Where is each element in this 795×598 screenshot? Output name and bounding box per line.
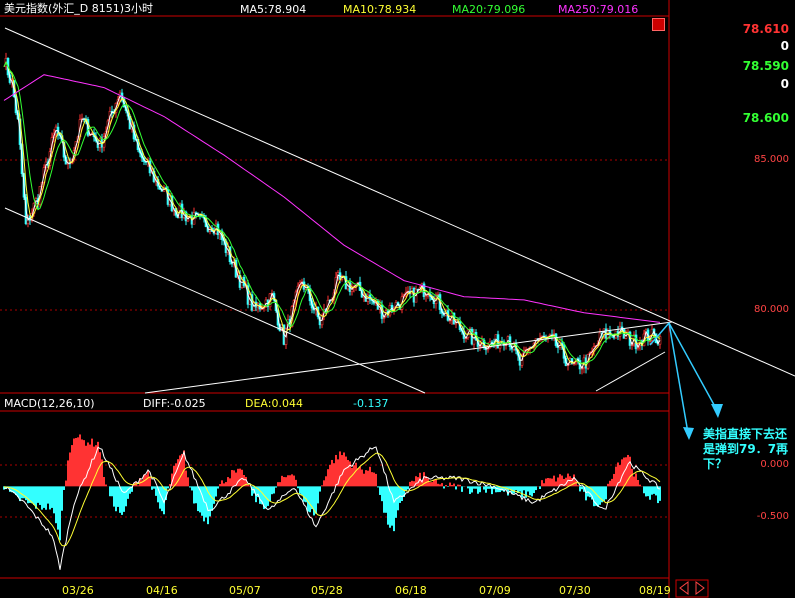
x-tick-label: 07/09 xyxy=(479,584,511,597)
y-tick-label: 80.000 xyxy=(754,304,789,315)
chart-title: 美元指数(外汇_D 8151)3小时 xyxy=(4,2,154,15)
x-tick-label: 08/19 xyxy=(639,584,671,597)
x-tick-label: 03/26 xyxy=(62,584,94,597)
price-readout-3: 78.600 xyxy=(742,111,789,125)
price-readout-2: 78.590 xyxy=(742,59,789,73)
ma5-line xyxy=(3,61,661,370)
forecast-arrow-head-2 xyxy=(683,427,694,440)
macd-value-readout: -0.137 xyxy=(353,397,389,410)
x-tick-label: 07/30 xyxy=(559,584,591,597)
ma20-readout: MA20:79.096 xyxy=(452,3,526,16)
x-tick-label: 05/07 xyxy=(229,584,261,597)
ma10-line xyxy=(3,61,661,367)
close-panel-button[interactable] xyxy=(652,18,665,31)
chart-window: 美元指数(外汇_D 8151)3小时 MA5:78.904 MA10:78.93… xyxy=(0,0,795,598)
ma5-readout: MA5:78.904 xyxy=(240,3,307,16)
channel-upper-trendline xyxy=(4,27,795,377)
forecast-annotation: 美指直接下去还是弹到79．7再下？ xyxy=(703,427,789,471)
x-tick-label: 06/18 xyxy=(395,584,427,597)
rising-support-trendline xyxy=(144,321,673,394)
ma20-line xyxy=(3,61,661,365)
zero-readout-2: 0 xyxy=(780,77,789,91)
price-readout-1: 78.610 xyxy=(742,22,789,36)
moving-averages-layer xyxy=(3,61,661,370)
scroll-arrows[interactable] xyxy=(675,579,709,598)
ma250-line xyxy=(3,74,661,323)
macd-label: MACD(12,26,10) xyxy=(4,397,95,410)
zero-readout-1: 0 xyxy=(780,39,789,53)
macd-diff-readout: DIFF:-0.025 xyxy=(143,397,206,410)
x-tick-label: 05/28 xyxy=(311,584,343,597)
ma10-readout: MA10:78.934 xyxy=(343,3,417,16)
macd-dea-readout: DEA:0.044 xyxy=(245,397,303,410)
triangle-lower-trendline xyxy=(595,351,666,392)
x-tick-label: 04/16 xyxy=(146,584,178,597)
forecast-arrow-head-1 xyxy=(711,404,723,418)
macd-y-tick-label: -0.500 xyxy=(756,511,789,522)
y-tick-label: 85.000 xyxy=(754,154,789,165)
channel-lower-trendline xyxy=(4,207,426,394)
candlestick-chart[interactable] xyxy=(0,0,795,598)
ma250-readout: MA250:79.016 xyxy=(558,3,639,16)
candles-layer xyxy=(4,52,662,375)
